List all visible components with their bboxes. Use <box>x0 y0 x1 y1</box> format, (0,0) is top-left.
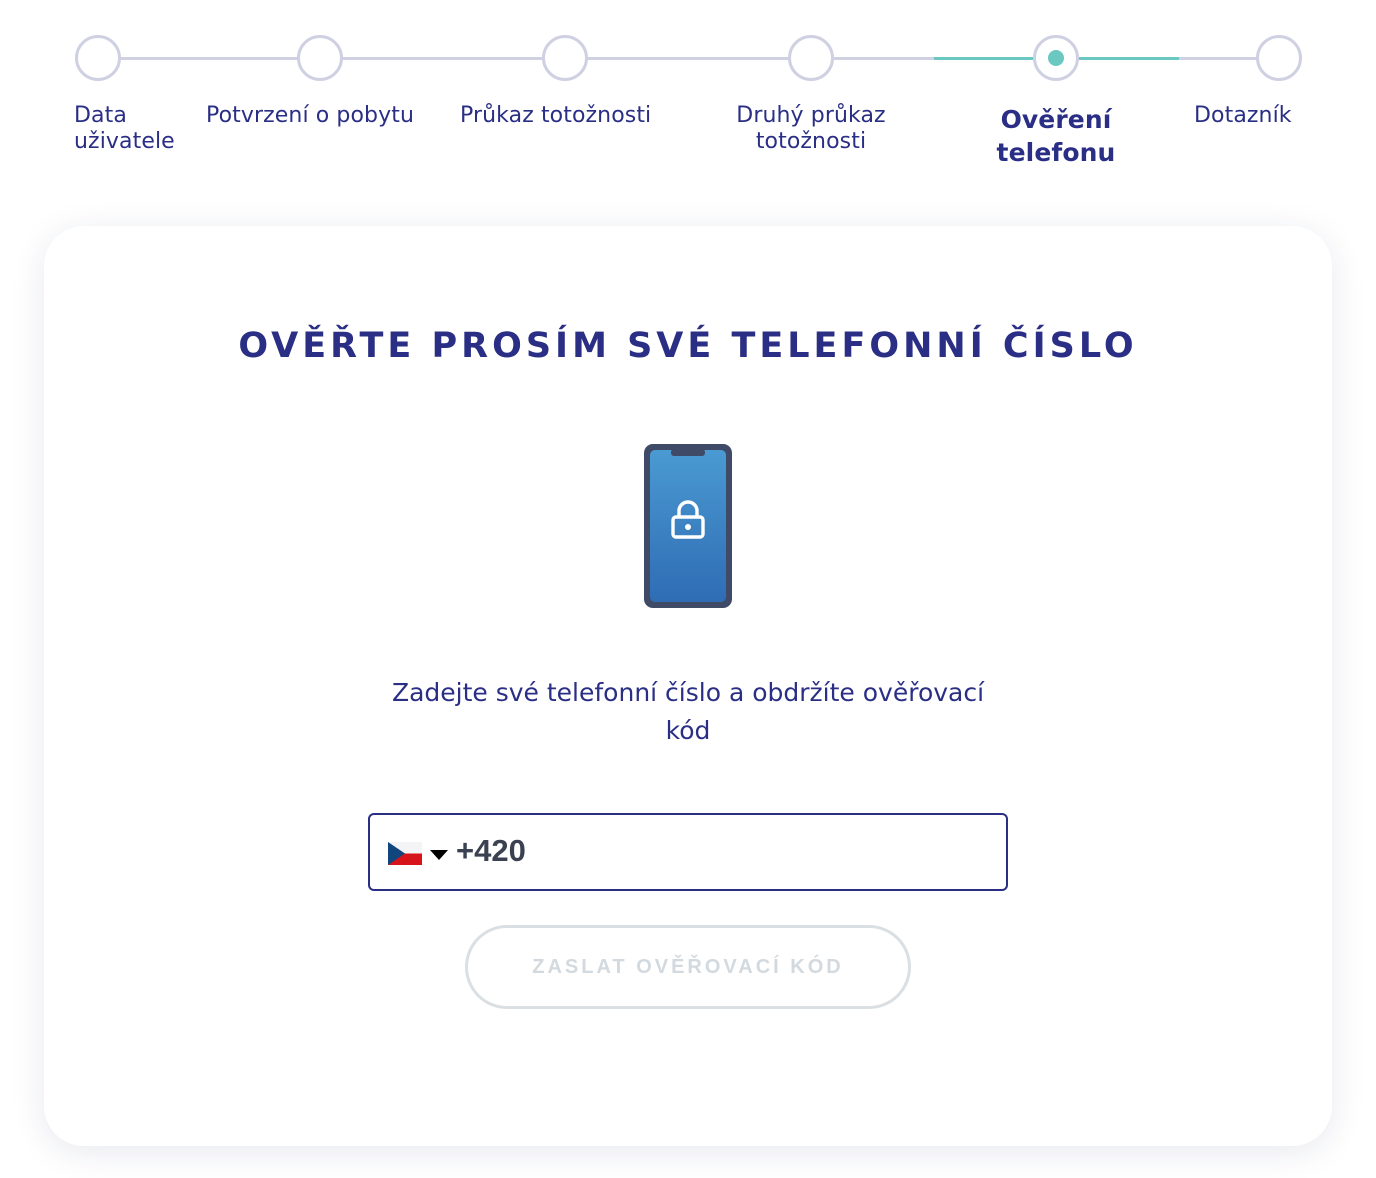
step-4-label: Druhý průkaz totožnosti <box>736 103 886 154</box>
send-verification-code-button[interactable]: ZASLAT OVĚŘOVACÍ KÓD <box>465 925 911 1009</box>
step-5-circle-current <box>1033 35 1079 81</box>
phone-number-input[interactable]: +420 <box>368 813 1008 891</box>
step-3-label: Průkaz totožnosti <box>460 103 652 128</box>
card-title: OVĚŘTE PROSÍM SVÉ TELEFONNÍ ČÍSLO <box>238 326 1138 366</box>
step-3-circle <box>542 35 588 81</box>
step-4-circle <box>788 35 834 81</box>
country-dial-code[interactable]: +420 <box>456 833 526 869</box>
instruction-text: Zadejte své telefonní číslo a obdržíte o… <box>391 678 985 745</box>
progress-stepper: Data uživatele Potvrzení o pobytu Průkaz… <box>0 0 1376 200</box>
step-5-label-current: Ověření telefonu <box>996 105 1116 167</box>
step-connector <box>98 57 320 60</box>
step-1-circle <box>75 35 121 81</box>
phone-lock-icon <box>644 444 732 608</box>
verification-card: OVĚŘTE PROSÍM SVÉ TELEFONNÍ ČÍSLO Zadejt… <box>44 226 1332 1146</box>
chevron-down-icon[interactable] <box>430 850 448 860</box>
step-6-label: Dotazník <box>1194 103 1292 128</box>
step-1-label: Data uživatele <box>74 103 175 154</box>
phone-verification-page: Data uživatele Potvrzení o pobytu Průkaz… <box>0 0 1376 1178</box>
step-2-circle <box>297 35 343 81</box>
step-connector <box>320 57 565 60</box>
czech-flag-icon[interactable] <box>388 842 422 865</box>
step-connector <box>565 57 811 60</box>
step-2-label: Potvrzení o pobytu <box>206 103 414 128</box>
step-6-circle <box>1256 35 1302 81</box>
current-step-dot <box>1048 50 1064 66</box>
